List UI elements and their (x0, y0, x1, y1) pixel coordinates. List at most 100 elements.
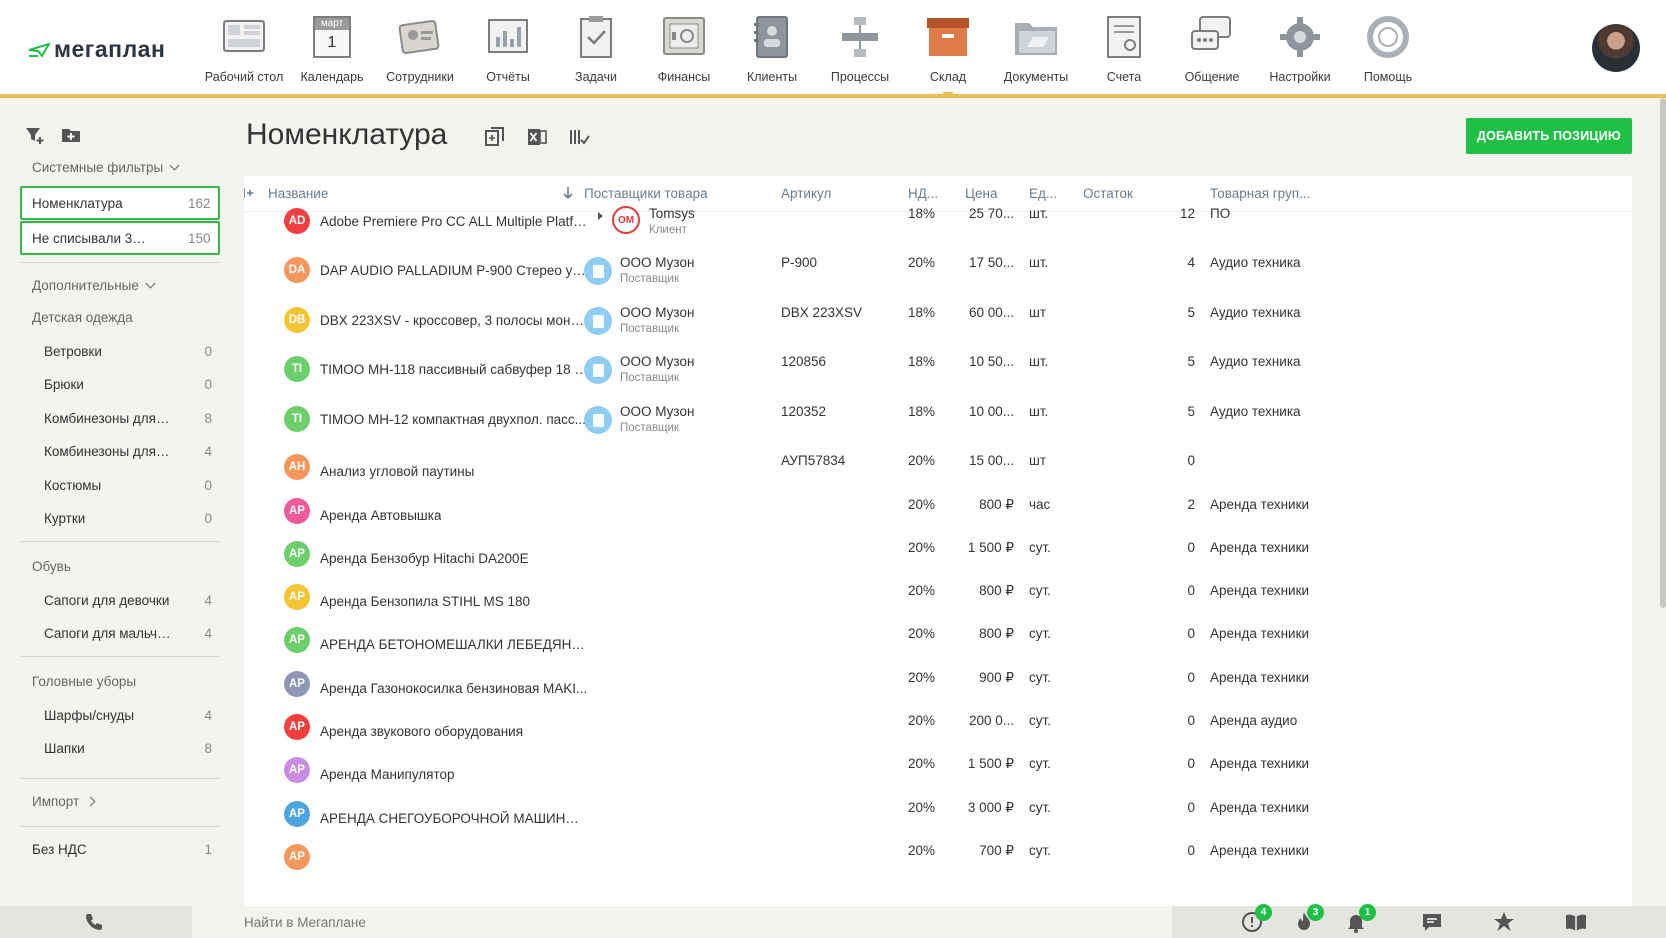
table-row[interactable]: АР Аренда звукового оборудования 20% 200 0.… (244, 713, 1632, 757)
item-name[interactable]: АРЕНДА СНЕГОУБОРОЧНОЙ МАШИНЫ Р... (320, 811, 590, 826)
category-item[interactable]: Сапоги для девочки 4 (20, 583, 220, 617)
nav-item-employees[interactable]: Сотрудники (376, 12, 464, 92)
item-name[interactable]: АРЕНДА БЕТОНОМЕШАЛКИ ЛЕБЕДЯНЬ ... (320, 637, 590, 652)
calendar-icon: март 1 (309, 14, 355, 60)
item-price: 1 500 ₽ (967, 756, 1014, 771)
category-group-header[interactable]: Обувь (32, 559, 71, 574)
import-header[interactable]: Импорт (32, 794, 96, 809)
column-settings-icon[interactable] (568, 126, 590, 148)
nav-item-documents[interactable]: Документы (992, 12, 1080, 92)
item-name[interactable]: Аренда Бензопила STIHL MS 180 (320, 594, 530, 609)
flame-icon[interactable]: 3 (1292, 904, 1324, 934)
nav-item-desktop[interactable]: Рабочий стол (200, 12, 288, 92)
nav-item-help[interactable]: Помощь (1344, 12, 1432, 92)
item-name[interactable]: TIMOO MH-12 компактная двухпол. пасс.... (320, 412, 590, 427)
global-search-input[interactable] (192, 906, 1172, 938)
user-avatar[interactable] (1592, 24, 1640, 72)
item-name[interactable]: Анализ угловой паутины (320, 464, 474, 479)
col-stock[interactable]: Остаток (1083, 186, 1133, 201)
col-sku[interactable]: Артикул (781, 186, 831, 201)
messages-icon[interactable] (1420, 910, 1444, 934)
table-row[interactable]: АР АРЕНДА БЕТОНОМЕШАЛКИ ЛЕБЕДЯНЬ ... 20% 80… (244, 626, 1632, 670)
nav-item-reports[interactable]: Отчёты (464, 12, 552, 92)
category-item[interactable]: Комбинезоны для мальчиков 4 (20, 435, 220, 469)
item-name[interactable]: Аренда звукового оборудования (320, 724, 523, 739)
excel-export-icon[interactable] (526, 126, 548, 148)
supplier-logo-icon: OM (612, 206, 640, 234)
table-row[interactable]: АР 20% 700 ₽ сут. 0 Аренда техники (244, 843, 1632, 887)
category-item[interactable]: Ветровки 0 (20, 334, 220, 368)
nav-item-finance[interactable]: Финансы (640, 12, 728, 92)
table-row[interactable]: TI TIMOO MH-12 компактная двухпол. пасс..… (244, 404, 1632, 454)
table-row[interactable]: АР АРЕНДА СНЕГОУБОРОЧНОЙ МАШИНЫ Р... 20% 3 … (244, 800, 1632, 844)
nav-item-tasks[interactable]: Задачи (552, 12, 640, 92)
col-name[interactable]: Название (268, 186, 328, 201)
supplier-name[interactable]: ООО Музон (620, 255, 694, 270)
col-vat[interactable]: НД... (908, 186, 938, 201)
nav-item-processes[interactable]: Процессы (816, 12, 904, 92)
filter-not-written-off[interactable]: Не списывали 30 дней 150 (20, 221, 220, 255)
supplier-name[interactable]: ООО Музон (620, 404, 694, 419)
table-row[interactable]: AD Adobe Premiere Pro CC ALL Multiple Pla… (244, 206, 1632, 256)
category-item[interactable]: Комбинезоны для девочек 8 (20, 401, 220, 435)
table-row[interactable]: АР Аренда Автовышка 20% 800 ₽ час 2 Аренда тех… (244, 497, 1632, 541)
supplier-name[interactable]: ООО Музон (620, 354, 694, 369)
item-name[interactable]: Аренда Манипулятор (320, 767, 455, 782)
category-item[interactable]: Брюки 0 (20, 368, 220, 402)
logo-text: мегаплан (54, 36, 166, 62)
category-group-header[interactable]: Головные уборы (32, 674, 136, 689)
table-row[interactable]: DB DBX 223XSV - кроссовер, 3 полосы моно-… (244, 305, 1632, 355)
nav-item-clients[interactable]: Клиенты (728, 12, 816, 92)
page-scrollbar[interactable] (1660, 98, 1666, 608)
table-row[interactable]: АР Аренда Газонокосилка бензиновая MAKI..… (244, 670, 1632, 714)
star-icon[interactable] (1492, 910, 1516, 934)
filter-no-vat[interactable]: Без НДС 1 (20, 832, 220, 866)
add-position-button[interactable]: ДОБАВИТЬ ПОЗИЦИЮ (1466, 118, 1632, 154)
add-folder-icon[interactable] (60, 124, 82, 146)
sort-desc-icon[interactable] (562, 186, 574, 203)
alert-icon[interactable]: 4 (1240, 904, 1272, 934)
table-row[interactable]: TI TIMOO MH-118 пассивный сабвуфер 18 ",.… (244, 354, 1632, 404)
item-name[interactable]: Adobe Premiere Pro CC ALL Multiple Platf… (320, 214, 590, 229)
nav-item-settings[interactable]: Настройки (1256, 12, 1344, 92)
nav-item-calendar[interactable]: март 1 Календарь (288, 12, 376, 92)
phone-icon[interactable] (84, 912, 104, 932)
supplier-name[interactable]: ООО Музон (620, 305, 694, 320)
item-name[interactable]: TIMOO MH-118 пассивный сабвуфер 18 ",... (320, 362, 590, 377)
item-group: Аренда техники (1210, 540, 1310, 555)
logo[interactable]: мегаплан (28, 36, 165, 63)
system-filters-header[interactable]: Системные фильтры (32, 160, 180, 175)
item-name[interactable]: Аренда Газонокосилка бензиновая MAKI... (320, 681, 587, 696)
category-group-header[interactable]: Детская одежда (32, 310, 133, 325)
supplier-name[interactable]: Tomsys (649, 206, 695, 221)
bell-icon[interactable]: 1 (1344, 904, 1376, 934)
copy-icon[interactable] (484, 126, 506, 148)
table-row[interactable]: АР Аренда Бензопила STIHL MS 180 20% 800 ₽ с… (244, 583, 1632, 627)
col-price[interactable]: Цена (965, 186, 997, 201)
expand-triangle-icon[interactable] (598, 212, 603, 220)
add-filter-icon[interactable] (24, 124, 46, 146)
col-group[interactable]: Товарная груп... (1210, 186, 1310, 201)
item-name[interactable]: DBX 223XSV - кроссовер, 3 полосы моно-,.… (320, 313, 590, 328)
category-item[interactable]: Сапоги для мальчика 4 (20, 617, 220, 651)
category-item[interactable]: Костюмы 0 (20, 468, 220, 502)
table-row[interactable]: АР Аренда Манипулятор 20% 1 500 ₽ сут. 0 Аренд… (244, 756, 1632, 800)
nav-item-warehouse[interactable]: Склад (904, 12, 992, 98)
filter-nomenclature[interactable]: Номенклатура 162 (20, 186, 220, 220)
item-name[interactable]: Аренда Бензобур Hitachi DA200E (320, 551, 529, 566)
book-icon[interactable] (1564, 910, 1588, 934)
additional-filters-header[interactable]: Дополнительные (32, 278, 156, 293)
table-row[interactable]: АН Анализ угловой паутины АУП57834 20% 15 00… (244, 453, 1632, 497)
category-item[interactable]: Куртки 0 (20, 502, 220, 536)
columns-menu-icon[interactable] (244, 186, 254, 203)
category-item[interactable]: Шарфы/снуды 4 (20, 698, 220, 732)
table-row[interactable]: DA DAP AUDIO PALLADIUM P-900 Стерео уси..… (244, 255, 1632, 305)
nav-item-chat[interactable]: Общение (1168, 12, 1256, 92)
category-item[interactable]: Шапки 8 (20, 732, 220, 766)
col-unit[interactable]: Ед... (1029, 186, 1057, 201)
item-name[interactable]: Аренда Автовышка (320, 508, 441, 523)
col-supplier[interactable]: Поставщики товара (584, 186, 708, 201)
nav-item-invoices[interactable]: Счета (1080, 12, 1168, 92)
table-row[interactable]: АР Аренда Бензобур Hitachi DA200E 20% 1 500… (244, 540, 1632, 584)
item-name[interactable]: DAP AUDIO PALLADIUM P-900 Стерео уси... (320, 263, 590, 278)
